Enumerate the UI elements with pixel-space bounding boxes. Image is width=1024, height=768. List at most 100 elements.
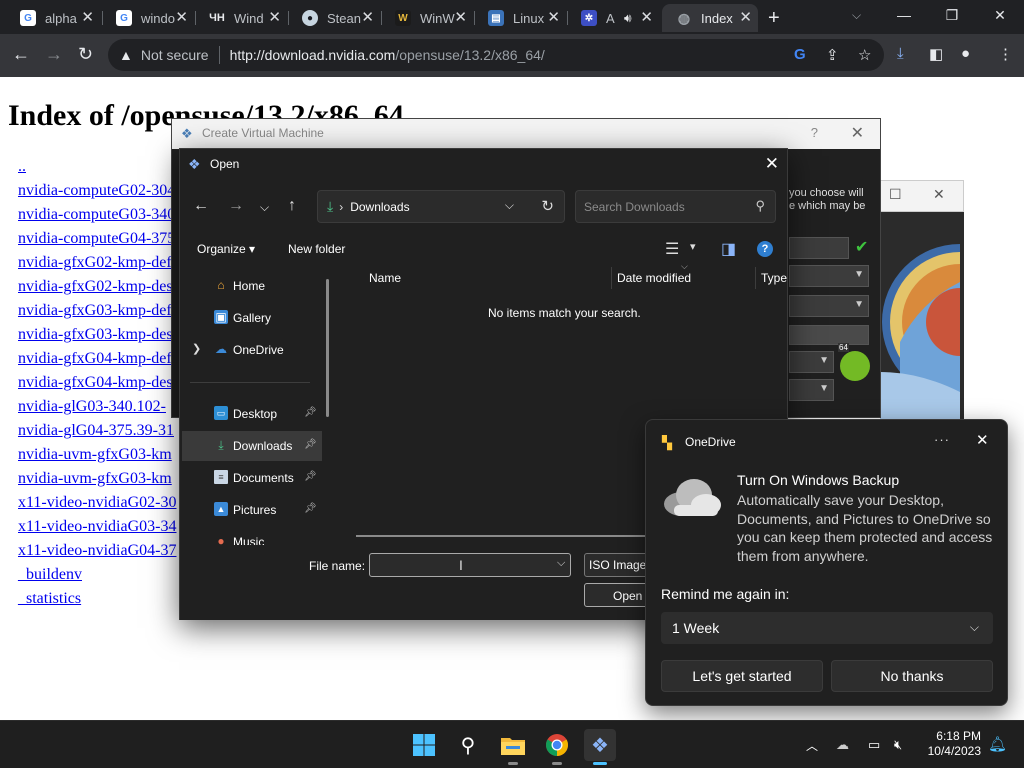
chevron-down-icon[interactable]: ⌵ [505,198,514,213]
speaker-icon[interactable]: 🔊︎ [624,11,632,26]
file-link[interactable]: x11-video-nvidiaG04-37 [18,539,176,563]
help-icon[interactable]: ? [757,241,773,257]
recent-locations-icon[interactable]: ⌵ [260,200,269,215]
clock[interactable]: 6:18 PM 10/4/2023 [916,729,981,759]
parent-dir-link[interactable]: .. [18,155,176,179]
close-icon[interactable]: ✕ [933,186,945,203]
nav-item-downloads[interactable]: ⤓ Downloads 📌︎ [182,431,322,461]
nav-item-music[interactable]: ● Music [182,527,322,545]
name-field[interactable] [789,237,849,259]
new-folder-button[interactable]: New folder [288,242,345,256]
chevron-right-icon[interactable]: › [339,200,343,214]
close-tab-icon[interactable]: ✕ [268,10,281,26]
pin-icon[interactable]: 📌︎ [304,407,317,418]
file-link[interactable]: nvidia-glG03-340.102- [18,395,176,419]
iso-field[interactable]: ▼ [789,295,869,317]
file-link[interactable]: nvidia-gfxG04-kmp-def [18,347,176,371]
file-name-input[interactable] [369,553,571,577]
close-tab-icon[interactable]: ✕ [739,10,752,26]
tab-alpha[interactable]: G alpha ✕ [6,4,100,32]
nav-item-gallery[interactable]: ▣ Gallery [182,303,322,333]
get-started-button[interactable]: Let's get started [661,660,823,692]
address-bar[interactable]: ▲ Not secure http://download.nvidia.com /… [108,39,884,71]
nav-item-home[interactable]: ⌂ Home [182,271,322,301]
refresh-icon[interactable]: ↻ [541,197,554,215]
close-icon[interactable]: ✕ [851,123,864,143]
chevron-down-icon[interactable]: ▾ [690,240,696,253]
share-icon[interactable]: ⇪ [826,46,839,64]
tab-index-active[interactable]: ◍ Index ✕ [662,4,758,32]
remind-select[interactable]: 1 Week ⌵ [661,612,993,644]
search-button[interactable]: ⚲ [452,729,484,761]
tab-winworld[interactable]: W WinW ✕ [381,4,473,32]
file-link[interactable]: x11-video-nvidiaG02-30 [18,491,176,515]
maximize-icon[interactable]: ☐ [889,186,902,203]
forward-icon[interactable]: → [45,44,63,64]
warning-icon[interactable]: ▲ [119,47,133,63]
forward-icon[interactable]: → [228,197,244,215]
restore-icon[interactable]: ❐ [928,0,976,34]
file-link[interactable]: nvidia-gfxG02-kmp-def [18,251,176,275]
open-button[interactable]: Open [584,583,654,607]
preview-pane-icon[interactable]: ◨ [721,239,736,259]
close-tab-icon[interactable]: ✕ [175,10,188,26]
start-button[interactable] [408,729,440,761]
file-link[interactable]: nvidia-computeG02-304 [18,179,176,203]
security-label[interactable]: Not secure [141,47,209,63]
side-panel-icon[interactable]: ◧ [929,45,943,63]
chevron-up-icon[interactable]: ︿ [806,737,818,754]
location-label[interactable]: Downloads [350,200,409,214]
file-link[interactable]: nvidia-uvm-gfxG03-km [18,467,176,491]
search-icon[interactable]: ⚲ [755,198,765,214]
profile-icon[interactable]: ● [961,45,970,62]
column-date-modified[interactable]: Date modified [617,271,691,285]
tab-windo[interactable]: G windo ✕ [102,4,194,32]
nav-item-onedrive[interactable]: ❯ ☁ OneDrive [182,335,322,365]
google-lens-icon[interactable]: G [794,46,806,63]
file-explorer-button[interactable] [497,729,529,765]
new-tab-button[interactable]: + [768,7,780,30]
nav-item-pictures[interactable]: ▲ Pictures 📌︎ [182,495,322,525]
type-field[interactable]: ▼ [789,351,834,373]
location-bar[interactable]: ⤓ › Downloads ⌵ ↻ [317,190,565,223]
back-icon[interactable]: ← [12,44,30,64]
chrome-button[interactable] [541,729,573,765]
nav-item-desktop[interactable]: ▭ Desktop 📌︎ [182,399,322,429]
close-icon[interactable]: ✕ [765,154,779,174]
close-icon[interactable]: ✕ [976,431,989,449]
search-box[interactable]: Search Downloads ⚲ [575,190,776,223]
nav-item-documents[interactable]: ≡ Documents 📌︎ [182,463,322,493]
reload-icon[interactable]: ↻ [78,44,93,64]
version-field[interactable]: ▼ [789,379,834,401]
folder-field[interactable]: ▼ [789,265,869,287]
column-divider[interactable] [611,267,612,289]
download-icon[interactable]: ⤓ [897,45,904,62]
horizontal-scrollbar[interactable] [356,535,646,537]
file-link[interactable]: nvidia-gfxG04-kmp-des [18,371,176,395]
tab-audio[interactable]: ✲ A 🔊︎ ✕ [567,4,659,32]
file-link[interactable]: nvidia-uvm-gfxG03-km [18,443,176,467]
file-link[interactable]: nvidia-computeG03-340 [18,203,176,227]
notification-bell-icon[interactable]: 🔔︎ [988,735,1007,753]
close-tab-icon[interactable]: ✕ [640,10,653,26]
close-window-icon[interactable]: ✕ [976,0,1024,34]
more-options-icon[interactable]: ··· [934,432,950,447]
onedrive-tray-icon[interactable]: ☁ [836,737,849,753]
file-link[interactable]: _statistics [18,587,176,611]
back-icon[interactable]: ← [193,197,209,215]
tab-search-icon[interactable]: ⌵ [852,8,861,23]
menu-icon[interactable]: ⋮ [998,45,1013,63]
help-icon[interactable]: ? [811,125,818,140]
volume-muted-icon[interactable]: 🔇︎ [894,737,902,753]
pin-icon[interactable]: 📌︎ [304,503,317,514]
no-thanks-button[interactable]: No thanks [831,660,993,692]
chevron-down-icon[interactable]: ⌵ [557,557,565,570]
minimize-icon[interactable]: — [880,0,928,34]
close-tab-icon[interactable]: ✕ [547,10,560,26]
column-type[interactable]: Type [761,271,787,285]
view-options-icon[interactable]: ☰ [665,239,679,259]
pin-icon[interactable]: 📌︎ [304,439,317,450]
file-type-filter[interactable]: ISO Images [584,553,654,577]
close-tab-icon[interactable]: ✕ [361,10,374,26]
up-icon[interactable]: ↑ [288,197,296,215]
